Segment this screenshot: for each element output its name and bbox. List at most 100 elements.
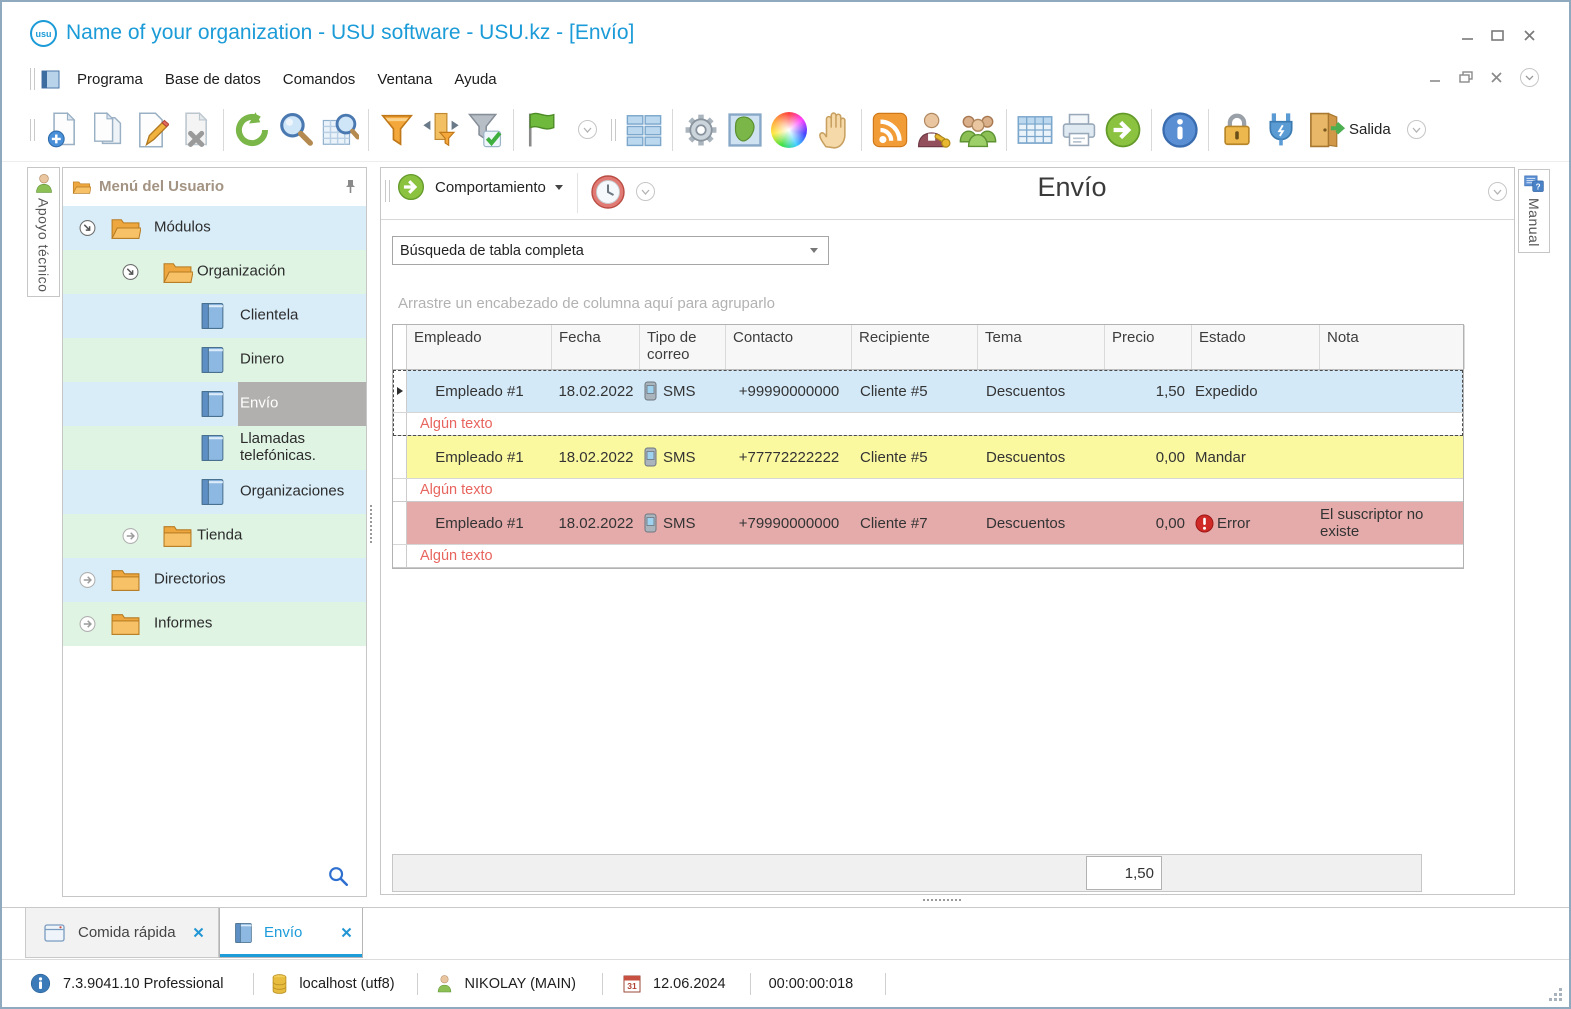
table-view-icon[interactable] bbox=[1013, 108, 1057, 152]
grid-preview-row-2[interactable]: Algún texto bbox=[393, 545, 1463, 568]
sidebar-item-5-llamadas-telef-nicas[interactable]: Llamadas telefónicas. bbox=[63, 426, 366, 470]
support-person-icon bbox=[34, 173, 54, 193]
mdi-menu-chevron-icon[interactable] bbox=[1520, 68, 1539, 87]
manual-side-tab[interactable]: ? Manual bbox=[1518, 169, 1550, 253]
tab-comida-rapida[interactable]: Comida rápida bbox=[25, 908, 219, 958]
sidebar-item-8-directorios[interactable]: Directorios bbox=[63, 558, 366, 602]
folder-open-icon bbox=[162, 260, 193, 285]
menu-item-ayuda[interactable]: Ayuda bbox=[443, 67, 507, 92]
filter-icon[interactable] bbox=[375, 108, 419, 152]
status-user-icon bbox=[436, 974, 453, 993]
column-header-fecha[interactable]: Fecha bbox=[552, 325, 640, 369]
column-filter-icon[interactable] bbox=[419, 108, 463, 152]
sidebar-item-3-dinero[interactable]: Dinero bbox=[63, 338, 366, 382]
menu-item-base-de-datos[interactable]: Base de datos bbox=[154, 67, 272, 92]
column-header-tema[interactable]: Tema bbox=[978, 325, 1105, 369]
toolbar-grip[interactable] bbox=[30, 119, 35, 141]
tree-search-icon[interactable] bbox=[328, 866, 348, 886]
window-menu-icon[interactable] bbox=[41, 70, 60, 89]
flag-icon[interactable] bbox=[520, 108, 564, 152]
tree-expander-collapsed-icon[interactable] bbox=[122, 528, 139, 545]
copy-record-icon[interactable] bbox=[85, 108, 129, 152]
column-header-recipiente[interactable]: Recipiente bbox=[852, 325, 978, 369]
support-side-tab[interactable]: Apoyo técnico bbox=[27, 167, 60, 297]
full-table-search-combo[interactable]: Búsqueda de tabla completa bbox=[392, 236, 829, 265]
sidebar-item-0-m-dulos[interactable]: Módulos bbox=[63, 206, 366, 250]
cell-estado: Error bbox=[1192, 502, 1320, 544]
color-wheel-icon[interactable] bbox=[767, 108, 811, 152]
bottom-splitter[interactable] bbox=[923, 899, 961, 901]
column-header-nota[interactable]: Nota bbox=[1320, 325, 1465, 369]
plug-icon[interactable] bbox=[1259, 108, 1303, 152]
pin-icon[interactable] bbox=[344, 179, 357, 194]
grid-preview-row-1[interactable]: Algún texto bbox=[393, 479, 1463, 502]
exit-label[interactable]: Salida bbox=[1349, 121, 1391, 138]
info-icon[interactable] bbox=[1158, 108, 1202, 152]
search-icon[interactable] bbox=[274, 108, 318, 152]
minimize-button[interactable] bbox=[1457, 26, 1477, 44]
toolbar-right-chevron-icon[interactable] bbox=[1407, 120, 1426, 139]
menu-item-ventana[interactable]: Ventana bbox=[366, 67, 443, 92]
tab-comida-close-icon[interactable] bbox=[193, 927, 204, 938]
maximize-button[interactable] bbox=[1487, 26, 1507, 44]
lock-icon[interactable] bbox=[1215, 108, 1259, 152]
menu-item-comandos[interactable]: Comandos bbox=[272, 67, 367, 92]
menubar-grip[interactable] bbox=[30, 68, 35, 90]
mdi-minimize-icon[interactable] bbox=[1429, 71, 1442, 84]
column-header-empleado[interactable]: Empleado bbox=[407, 325, 552, 369]
grid-row-group-2: Empleado #118.02.2022SMS+79990000000Clie… bbox=[393, 502, 1463, 568]
search-combo-arrow-icon[interactable] bbox=[810, 248, 818, 253]
behavior-overflow-chevron-icon[interactable] bbox=[636, 182, 655, 201]
users-group-icon[interactable] bbox=[956, 108, 1000, 152]
settings-gear-icon[interactable] bbox=[679, 108, 723, 152]
clock-icon[interactable] bbox=[590, 174, 626, 210]
column-header-contacto[interactable]: Contacto bbox=[726, 325, 852, 369]
tab-envio[interactable]: Envío bbox=[219, 908, 363, 958]
mdi-close-icon[interactable] bbox=[1490, 71, 1503, 84]
menu-item-programa[interactable]: Programa bbox=[66, 67, 154, 92]
print-icon[interactable] bbox=[1057, 108, 1101, 152]
search-table-icon[interactable] bbox=[318, 108, 362, 152]
grid-row-0[interactable]: Empleado #118.02.2022SMS+99990000000Clie… bbox=[393, 370, 1463, 413]
grid-row-2[interactable]: Empleado #118.02.2022SMS+79990000000Clie… bbox=[393, 502, 1463, 545]
exit-door-icon[interactable] bbox=[1303, 108, 1347, 152]
rss-feed-icon[interactable] bbox=[868, 108, 912, 152]
title-right-chevron-icon[interactable] bbox=[1488, 182, 1507, 201]
map-icon[interactable] bbox=[723, 108, 767, 152]
column-header-tipo_correo[interactable]: Tipo de correo bbox=[640, 325, 726, 369]
delete-record-icon[interactable] bbox=[173, 108, 217, 152]
edit-record-icon[interactable] bbox=[129, 108, 173, 152]
tree-expander-collapsed-icon[interactable] bbox=[79, 616, 96, 633]
toolbar-overflow-chevron-icon[interactable] bbox=[578, 120, 597, 139]
sidebar-item-4-env-o[interactable]: Envío bbox=[63, 382, 366, 426]
layout-tiles-icon[interactable] bbox=[622, 108, 666, 152]
refresh-icon[interactable] bbox=[230, 108, 274, 152]
column-header-precio[interactable]: Precio bbox=[1105, 325, 1192, 369]
behavior-button-label: Comportamiento bbox=[435, 179, 546, 196]
new-record-icon[interactable] bbox=[41, 108, 85, 152]
tab-envio-close-icon[interactable] bbox=[341, 927, 352, 938]
column-header-estado[interactable]: Estado bbox=[1192, 325, 1320, 369]
sidebar-item-9-informes[interactable]: Informes bbox=[63, 602, 366, 646]
precio-sum-cell: 1,50 bbox=[1086, 856, 1162, 890]
resize-grip[interactable] bbox=[1548, 987, 1563, 1002]
tree-expander-expanded-icon[interactable] bbox=[79, 220, 96, 237]
sidebar-item-2-clientela[interactable]: Clientela bbox=[63, 294, 366, 338]
mdi-restore-icon[interactable] bbox=[1459, 71, 1473, 84]
sidebar-splitter[interactable] bbox=[370, 505, 372, 543]
tree-expander-expanded-icon[interactable] bbox=[122, 264, 139, 281]
sidebar-item-1-organizaci-n[interactable]: Organización bbox=[63, 250, 366, 294]
behavior-toolbar-grip[interactable] bbox=[385, 180, 390, 202]
grid-row-1[interactable]: Empleado #118.02.2022SMS+77772222222Clie… bbox=[393, 436, 1463, 479]
sidebar-item-7-tienda[interactable]: Tienda bbox=[63, 514, 366, 558]
sidebar-item-6-organizaciones[interactable]: Organizaciones bbox=[63, 470, 366, 514]
user-key-icon[interactable] bbox=[912, 108, 956, 152]
svg-text:?: ? bbox=[1536, 182, 1541, 191]
go-next-icon[interactable] bbox=[1101, 108, 1145, 152]
filter-check-icon[interactable] bbox=[463, 108, 507, 152]
behavior-button[interactable]: Comportamiento bbox=[396, 172, 563, 202]
grid-preview-row-0[interactable]: Algún texto bbox=[393, 413, 1463, 436]
close-button[interactable] bbox=[1519, 26, 1539, 44]
hand-icon[interactable] bbox=[811, 108, 855, 152]
tree-expander-collapsed-icon[interactable] bbox=[79, 572, 96, 589]
